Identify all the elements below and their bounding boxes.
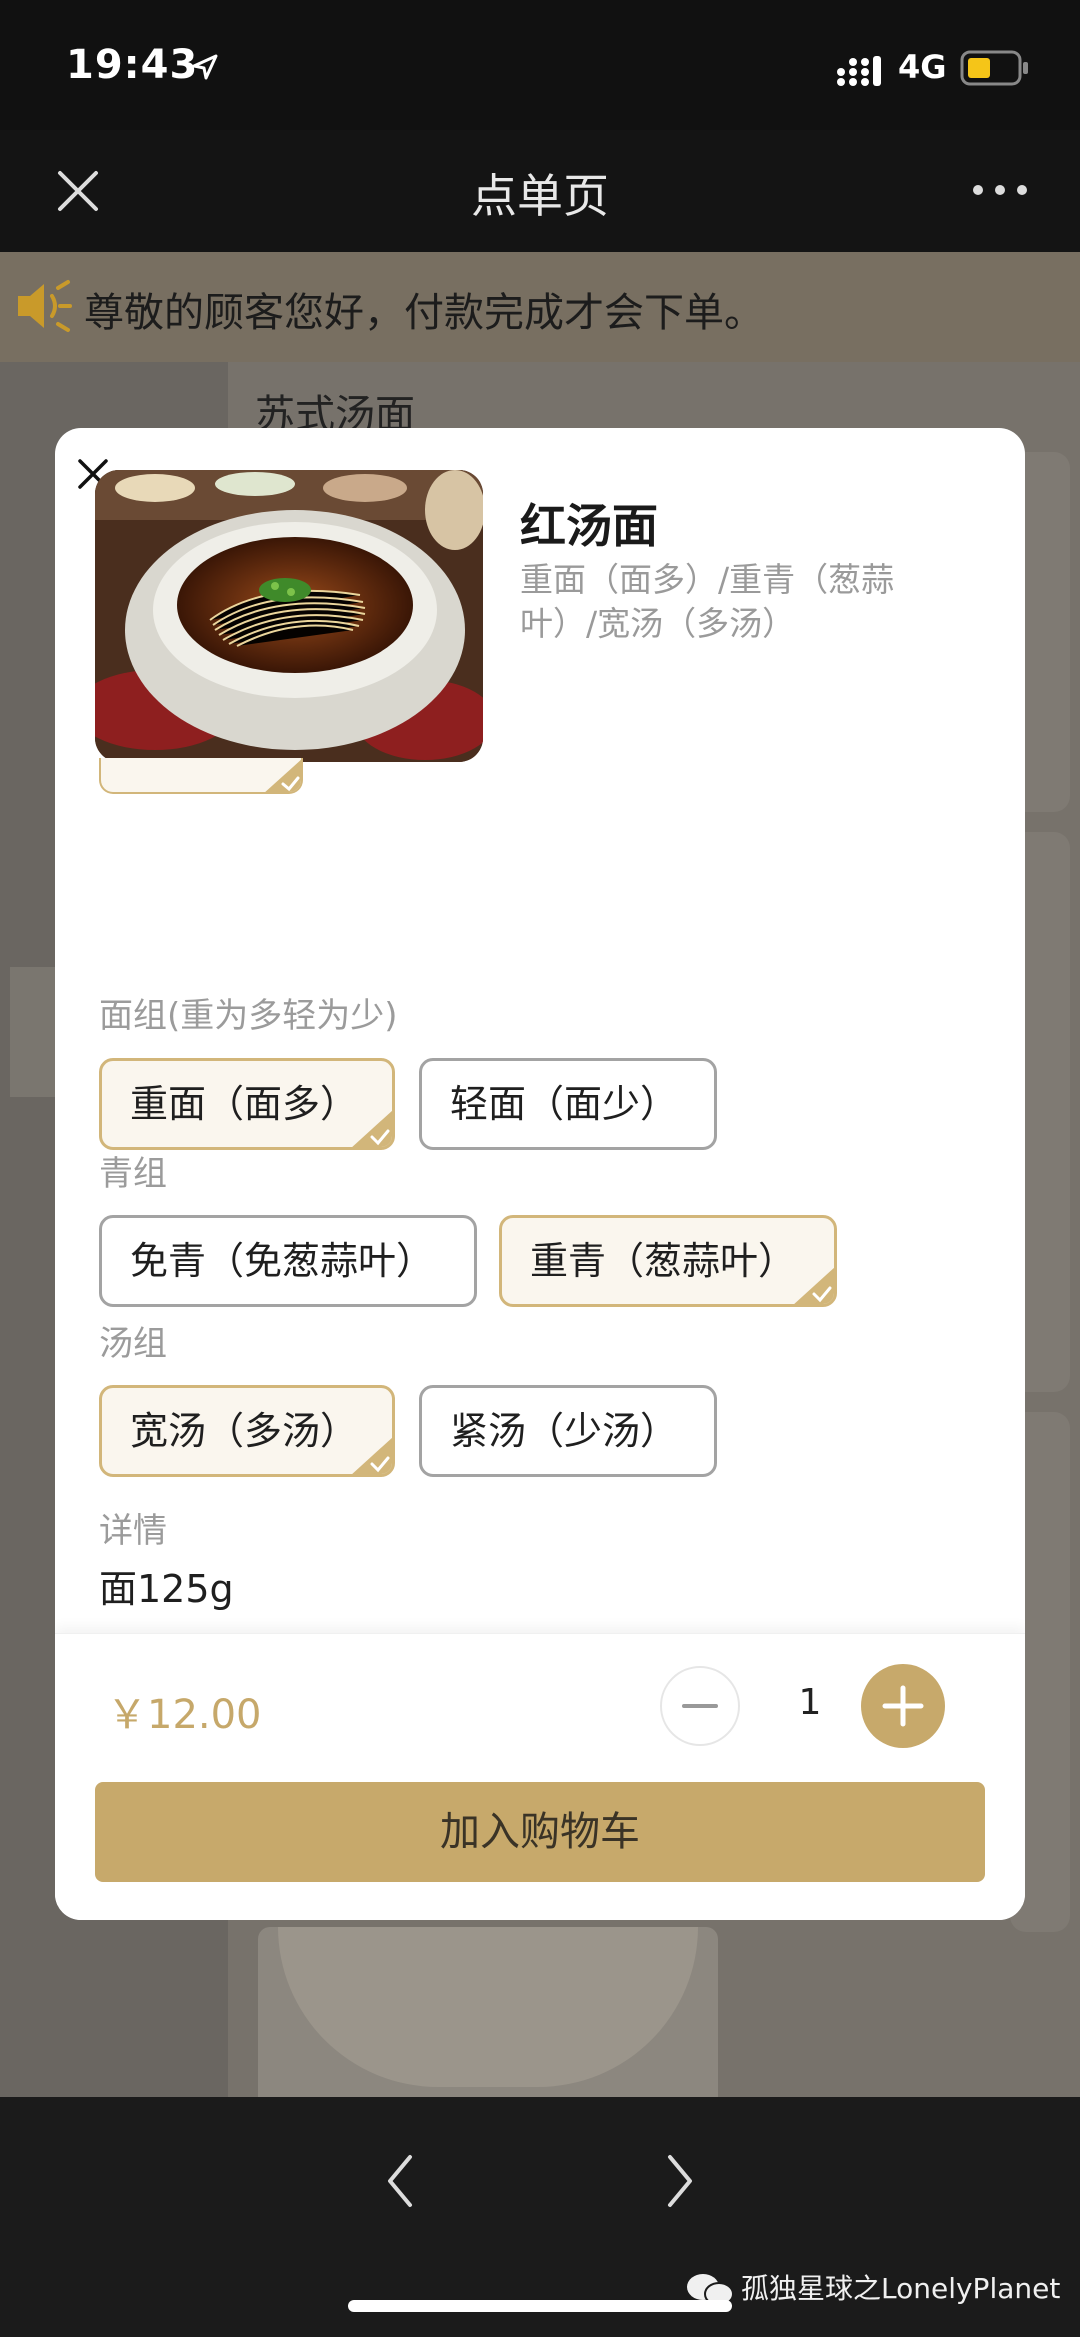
detail-text: 面125g bbox=[99, 1567, 234, 1611]
price: ￥12.00 bbox=[107, 1692, 262, 1738]
option-group-label: 汤组 bbox=[99, 1324, 167, 1364]
status-bar: 19:43 4G bbox=[0, 0, 1080, 130]
notice-bar: 尊敬的顾客您好，付款完成才会下单。 bbox=[0, 252, 1080, 362]
notice-text: 尊敬的顾客您好，付款完成才会下单。 bbox=[84, 290, 764, 336]
screen: 19:43 4G 点单页 尊敬的顾客您好，付款完成才会下单。 苏式汤面 红汤面 … bbox=[0, 0, 1080, 2337]
watermark: 孤独星球之LonelyPlanet bbox=[685, 2267, 1060, 2308]
add-to-cart-button[interactable]: 加入购物车 bbox=[95, 1782, 985, 1882]
more-icon[interactable] bbox=[970, 180, 1030, 200]
option-label: 重面（面多） bbox=[130, 1082, 359, 1126]
option-label: 紧汤（少汤） bbox=[450, 1409, 679, 1453]
checkmark-icon bbox=[352, 1437, 392, 1474]
option-no-greens[interactable]: 免青（免葱蒜叶） bbox=[99, 1215, 477, 1307]
checkmark-icon bbox=[352, 1110, 392, 1147]
option-label: 宽汤（多汤） bbox=[130, 1409, 359, 1453]
modal-footer: ￥12.00 1 加入购物车 bbox=[55, 1633, 1025, 1920]
product-card-image[interactable] bbox=[258, 1927, 718, 2097]
speaker-icon bbox=[18, 280, 72, 332]
option-label: 重青（葱蒜叶） bbox=[530, 1239, 797, 1283]
page-title: 点单页 bbox=[471, 169, 609, 223]
option-wide-soup[interactable]: 宽汤（多汤） bbox=[99, 1385, 395, 1477]
noodle-bowl-image bbox=[95, 470, 483, 762]
back-arrow-icon[interactable] bbox=[380, 2149, 420, 2213]
battery-icon bbox=[960, 50, 1028, 86]
network-label: 4G bbox=[898, 48, 947, 86]
location-arrow-icon bbox=[192, 54, 218, 80]
product-selection-summary: 重面（面多）/重青（葱蒜叶）/宽汤（多汤） bbox=[520, 560, 895, 643]
option-heavy-greens[interactable]: 重青（葱蒜叶） bbox=[499, 1215, 837, 1307]
home-indicator bbox=[348, 2300, 732, 2312]
quantity-increase-button[interactable] bbox=[861, 1664, 945, 1748]
checkmark-icon bbox=[794, 1267, 834, 1304]
plus-icon bbox=[882, 1685, 924, 1727]
option-heavy-noodle[interactable]: 重面（面多） bbox=[99, 1058, 395, 1150]
option-label: 免青（免葱蒜叶） bbox=[130, 1239, 435, 1283]
previous-option-selected[interactable] bbox=[99, 758, 303, 794]
quantity-decrease-button[interactable] bbox=[660, 1666, 740, 1746]
watermark-text: 孤独星球之LonelyPlanet bbox=[741, 2272, 1061, 2305]
quantity-value: 1 bbox=[798, 1682, 822, 1723]
detail-label: 详情 bbox=[99, 1511, 167, 1551]
product-options-modal: 红汤面 重面（面多）/重青（葱蒜叶）/宽汤（多汤） 面组(重为多轻为少) 重面（… bbox=[55, 428, 1025, 1920]
status-time: 19:43 bbox=[66, 42, 199, 88]
plate-image bbox=[278, 1927, 698, 2087]
nav-bar: 点单页 bbox=[0, 130, 1080, 252]
option-group-label: 青组 bbox=[99, 1154, 167, 1194]
option-tight-soup[interactable]: 紧汤（少汤） bbox=[419, 1385, 717, 1477]
option-label: 轻面（面少） bbox=[450, 1082, 679, 1126]
forward-arrow-icon[interactable] bbox=[660, 2149, 700, 2213]
option-group-label: 面组(重为多轻为少) bbox=[99, 996, 398, 1036]
option-light-noodle[interactable]: 轻面（面少） bbox=[419, 1058, 717, 1150]
product-image bbox=[95, 470, 483, 762]
minus-icon bbox=[682, 1704, 718, 1708]
product-name: 红汤面 bbox=[520, 499, 658, 553]
checkmark-icon bbox=[265, 759, 301, 792]
signal-icon bbox=[837, 56, 881, 86]
